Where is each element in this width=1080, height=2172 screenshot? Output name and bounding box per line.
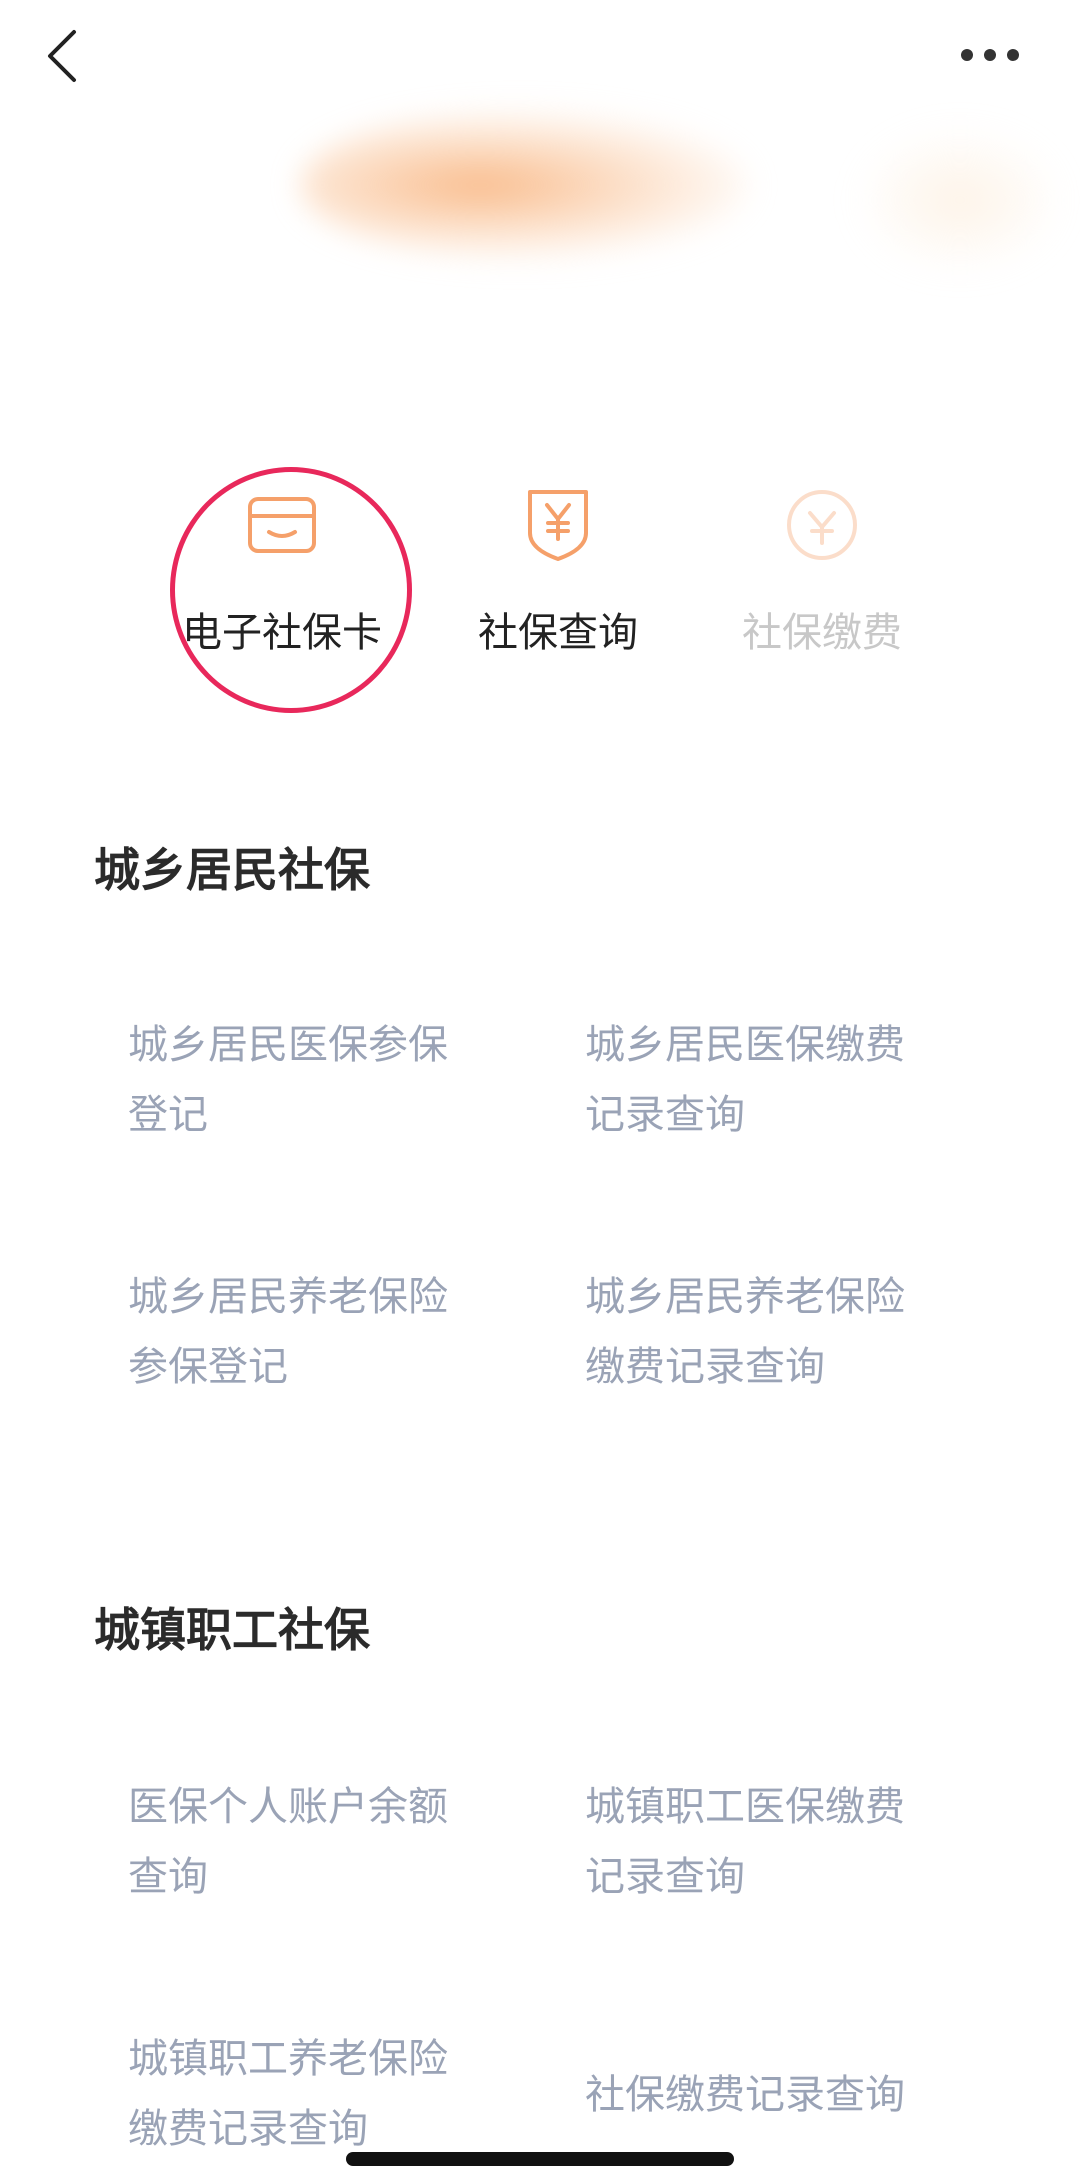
quick-entry-e-card[interactable]: 电子社保卡 (152, 480, 412, 680)
card-icon (237, 480, 327, 570)
service-item-line: 城镇职工医保缴费 (585, 1784, 905, 1830)
quick-entry-label: 社保查询 (478, 610, 638, 656)
service-item-line: 查询 (128, 1854, 208, 1900)
service-item-line: 参保登记 (128, 1344, 288, 1390)
quick-entry-payment[interactable]: 社保缴费 (692, 480, 952, 680)
home-indicator[interactable] (346, 2152, 734, 2166)
social-security-page: 电子社保卡 社保查询 社保缴费 城乡居民社保 城乡居民医保参保 登记 城乡居民医… (0, 0, 1080, 2172)
more-button[interactable] (955, 35, 1055, 75)
redacted-header-logo (300, 110, 750, 260)
back-button[interactable] (40, 28, 90, 84)
service-item-rural-medical-registration[interactable]: 城乡居民医保参保 登记 (128, 1010, 508, 1150)
service-item-line: 城乡居民医保参保 (128, 1022, 448, 1068)
payment-icon (777, 480, 867, 570)
chevron-left-icon (48, 30, 76, 82)
service-item-line: 城镇职工养老保险 (128, 2036, 448, 2082)
service-item-line: 登记 (128, 1092, 208, 1138)
section-title-urban-employees: 城镇职工社保 (94, 1603, 370, 1657)
service-item-rural-pension-registration[interactable]: 城乡居民养老保险 参保登记 (128, 1262, 508, 1402)
service-item-line: 记录查询 (585, 1092, 745, 1138)
service-item-line: 医保个人账户余额 (128, 1784, 448, 1830)
service-item-line: 社保缴费记录查询 (585, 2072, 905, 2118)
service-item-line: 城乡居民养老保险 (585, 1274, 905, 1320)
service-item-urban-medical-payment-records[interactable]: 城镇职工医保缴费 记录查询 (585, 1772, 965, 1912)
shield-yuan-icon (513, 480, 603, 570)
service-item-rural-medical-payment-records[interactable]: 城乡居民医保缴费 记录查询 (585, 1010, 965, 1150)
quick-entry-label: 电子社保卡 (182, 610, 382, 656)
service-item-social-security-payment-records[interactable]: 社保缴费记录查询 (585, 2060, 965, 2130)
service-item-line: 缴费记录查询 (585, 1344, 825, 1390)
quick-entry-label: 社保缴费 (742, 610, 902, 656)
service-item-medical-account-balance[interactable]: 医保个人账户余额 查询 (128, 1772, 508, 1912)
redacted-header-decoration (860, 130, 1060, 270)
service-item-line: 记录查询 (585, 1854, 745, 1900)
section-title-rural-residents: 城乡居民社保 (94, 843, 370, 897)
service-item-urban-pension-payment-records[interactable]: 城镇职工养老保险 缴费记录查询 (128, 2024, 508, 2164)
service-item-line: 城乡居民养老保险 (128, 1274, 448, 1320)
more-dots-icon (961, 49, 1019, 61)
service-item-line: 城乡居民医保缴费 (585, 1022, 905, 1068)
quick-entry-query[interactable]: 社保查询 (428, 480, 688, 680)
service-item-rural-pension-payment-records[interactable]: 城乡居民养老保险 缴费记录查询 (585, 1262, 965, 1402)
